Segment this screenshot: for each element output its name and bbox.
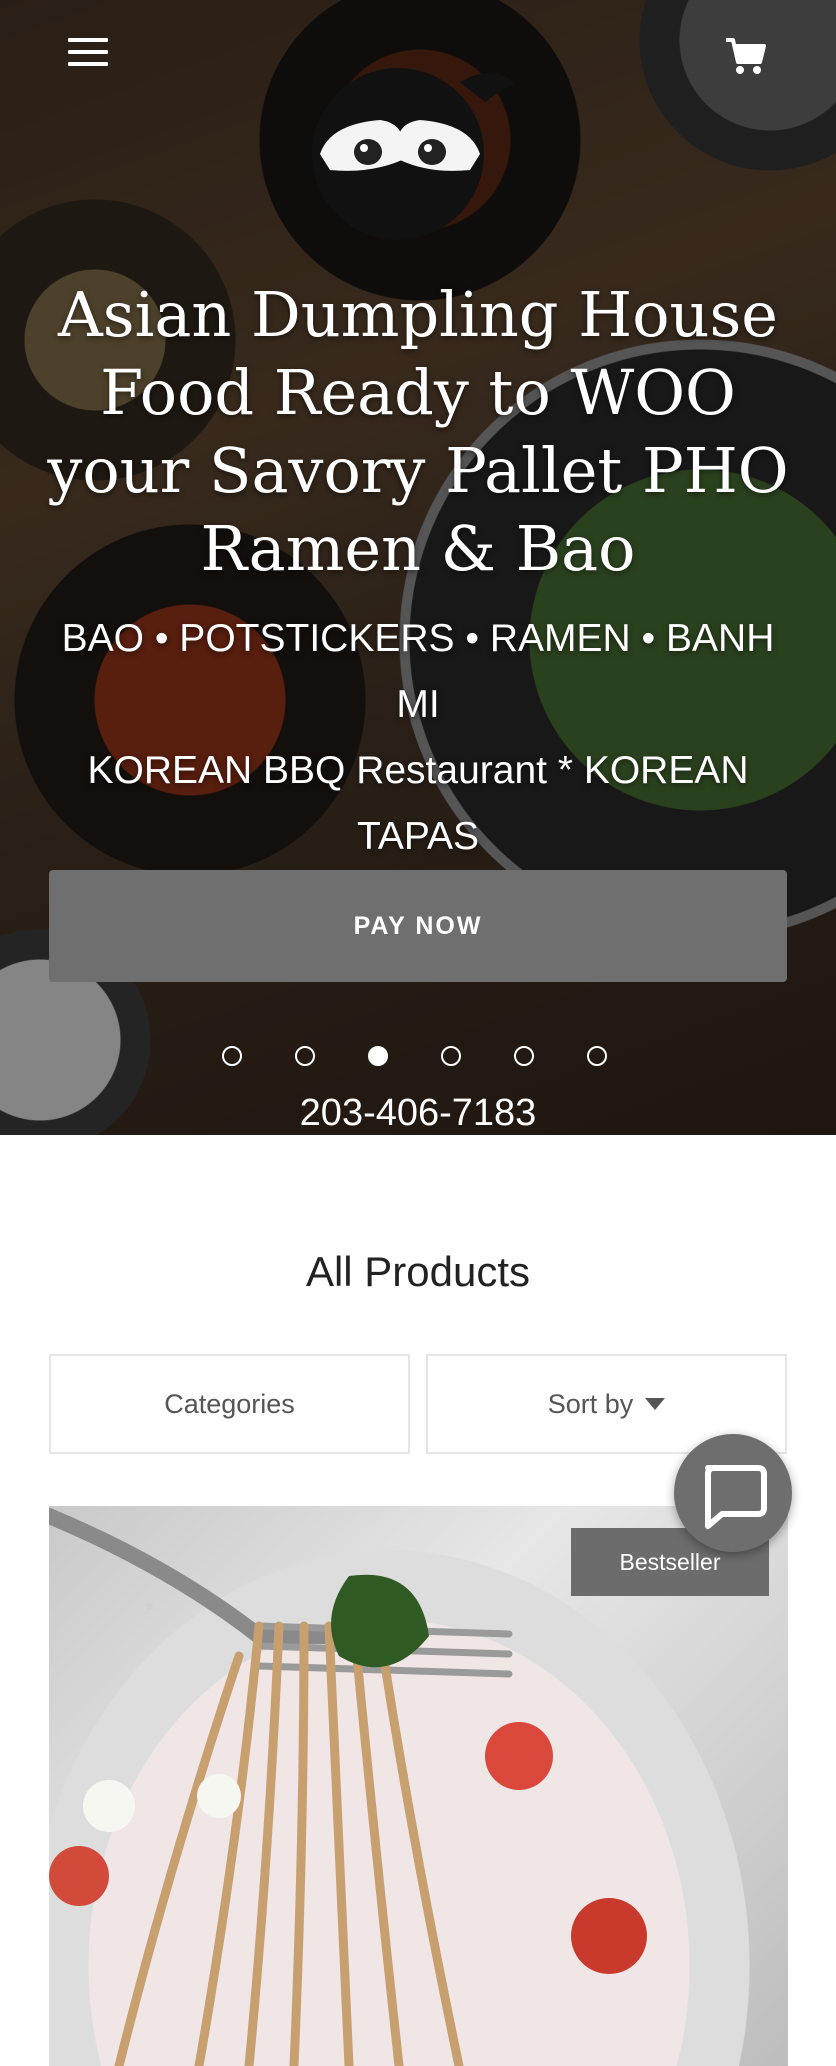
slide-dot-5[interactable] (514, 1046, 534, 1066)
section-title: All Products (305, 1248, 531, 1295)
hero-title: Asian Dumpling House Food Ready to WOO y… (40, 276, 796, 588)
hero-subtitle-line: TAPAS (356, 815, 480, 858)
hero-title-line: Food Ready to WOO (100, 356, 736, 429)
sort-by-label: Sort by (547, 1388, 634, 1419)
slide-dot-6[interactable] (587, 1046, 607, 1066)
categories-dropdown[interactable]: Categories (49, 1354, 410, 1454)
hero-subtitle-line: KOREAN BBQ Restaurant * KOREAN (87, 749, 749, 792)
ninja-logo[interactable] (310, 62, 530, 252)
chat-button[interactable] (674, 1434, 792, 1552)
slide-dot-1[interactable] (222, 1046, 242, 1066)
slide-indicators (222, 1046, 622, 1072)
hamburger-menu-icon[interactable] (68, 38, 108, 74)
slide-dot-2[interactable] (295, 1046, 315, 1066)
slide-dot-3[interactable] (368, 1046, 388, 1066)
hero-title-line: your Savory Pallet PHO (47, 434, 789, 507)
hero-banner: Asian Dumpling House Food Ready to WOO y… (0, 0, 836, 1135)
hero-title-line: Ramen & Bao (200, 512, 636, 585)
shopping-cart-icon[interactable] (724, 34, 768, 78)
phone-number[interactable]: 203-406-7183 (0, 1090, 836, 1135)
hero-subtitle-line: BAO • POTSTICKERS • RAMEN • BANH MI (61, 617, 775, 726)
hero-subtitle: BAO • POTSTICKERS • RAMEN • BANH MI KORE… (40, 606, 796, 870)
chat-bubble-icon (705, 1465, 767, 1529)
slide-dot-4[interactable] (441, 1046, 461, 1066)
categories-label: Categories (164, 1388, 295, 1419)
hero-title-line: Asian Dumpling House (58, 278, 778, 351)
pay-now-button[interactable]: PAY NOW (49, 870, 787, 982)
caret-down-icon (645, 1398, 666, 1410)
